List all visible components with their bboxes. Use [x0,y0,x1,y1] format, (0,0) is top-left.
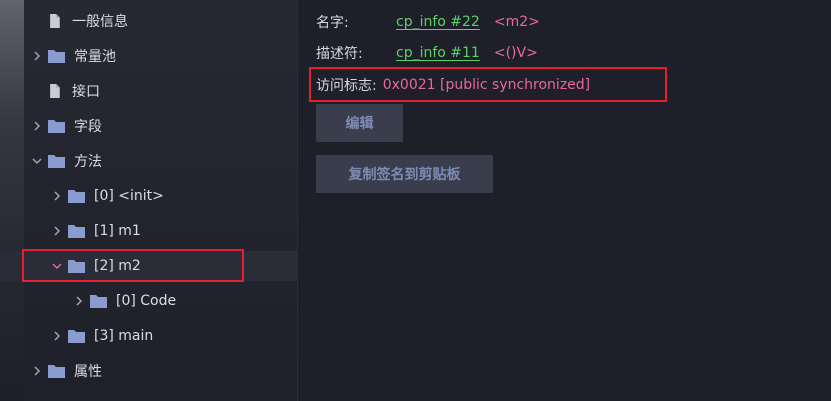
folder-icon [68,189,86,203]
chevron-right-icon[interactable] [72,296,86,306]
tree-item-general-info[interactable]: 一般信息 [0,6,298,36]
tree-item-interfaces[interactable]: 接口 [0,76,298,106]
tree-item-methods[interactable]: 方法 [0,146,298,176]
folder-icon [48,364,66,378]
folder-icon [68,224,86,238]
access-flags-key: 访问标志: [316,78,377,94]
tree-item-label: [2] m2 [94,258,141,274]
tree-item-method-m2[interactable]: [2] m2 [0,251,298,281]
tree-item-method-main[interactable]: [3] main [0,321,298,351]
tree-panel: 一般信息 常量池 接口 字段 方法 [0] <init> [1] m1 [2] … [0,0,298,401]
tree-item-attributes[interactable]: 属性 [0,356,298,386]
name-value: <m2> [493,14,540,30]
chevron-down-icon[interactable] [50,261,64,271]
chevron-right-icon[interactable] [30,366,44,376]
detail-panel: 名字: cp_info #22 <m2> 描述符: cp_info #11 <(… [298,0,831,401]
tree-item-method-init[interactable]: [0] <init> [0,181,298,211]
chevron-right-icon[interactable] [50,331,64,341]
file-icon [46,14,64,28]
folder-icon [48,119,66,133]
descriptor-key: 描述符: [316,46,363,62]
descriptor-link[interactable]: cp_info #11 [396,45,480,61]
descriptor-value: <()V> [493,45,538,61]
tree-item-label: [0] <init> [94,188,164,204]
tree-item-label: 常量池 [74,49,116,65]
tree-item-label: 接口 [72,84,100,100]
folder-icon [68,259,86,273]
descriptor-field: 描述符: cp_info #11 <()V> [316,41,538,65]
chevron-down-icon[interactable] [30,156,44,166]
tree-item-label: [1] m1 [94,223,141,239]
tree-item-label: 一般信息 [72,14,128,30]
tree-item-label: 字段 [74,119,102,135]
tree-item-label: [3] main [94,328,154,344]
chevron-right-icon[interactable] [50,226,64,236]
tree-item-fields[interactable]: 字段 [0,111,298,141]
tree-item-constant-pool[interactable]: 常量池 [0,41,298,71]
file-icon [46,84,64,98]
access-flags-field: 访问标志: 0x0021 [public synchronized] [316,73,590,97]
edit-button[interactable]: 编辑 [316,104,403,142]
folder-icon [68,329,86,343]
folder-icon [48,154,66,168]
chevron-right-icon[interactable] [30,121,44,131]
chevron-right-icon[interactable] [30,51,44,61]
name-link[interactable]: cp_info #22 [396,14,480,30]
name-field: 名字: cp_info #22 <m2> [316,10,540,34]
tree-item-label: [0] Code [116,293,177,309]
tree-item-label: 属性 [74,364,102,380]
access-flags-value: 0x0021 [public synchronized] [382,77,591,93]
tree-item-label: 方法 [74,154,102,170]
folder-icon [90,294,108,308]
name-key: 名字: [316,15,349,31]
tree-item-code[interactable]: [0] Code [0,286,298,316]
copy-signature-button[interactable]: 复制签名到剪贴板 [316,155,493,193]
folder-icon [48,49,66,63]
tree-item-method-m1[interactable]: [1] m1 [0,216,298,246]
chevron-right-icon[interactable] [50,191,64,201]
